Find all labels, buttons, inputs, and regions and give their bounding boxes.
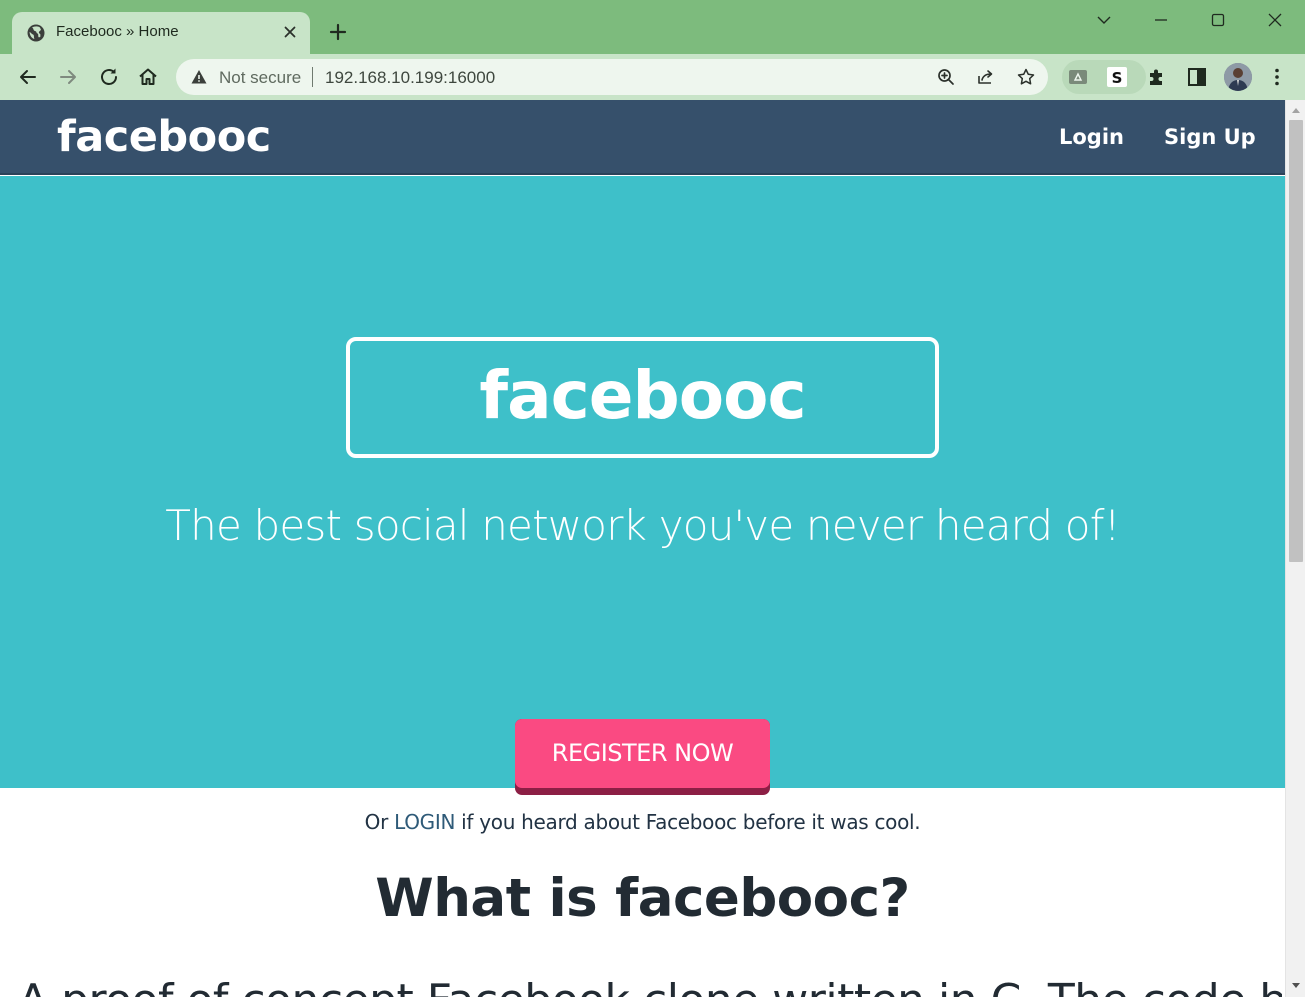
menu-icon[interactable] [1266,66,1288,88]
hero-logo: facebooc [479,357,806,434]
page-viewport: facebooc Login Sign Up facebooc The best… [0,100,1305,997]
login-prompt-prefix: Or [364,810,395,834]
login-link[interactable]: Login [1059,125,1124,149]
url-text[interactable]: 192.168.10.199:16000 [325,68,495,88]
scroll-thumb[interactable] [1289,120,1303,562]
security-label[interactable]: Not secure [219,68,301,88]
browser-tab[interactable]: Facebooc » Home [12,12,310,54]
page-scrollbar[interactable] [1285,100,1305,997]
puzzle-icon[interactable] [1146,66,1168,88]
avatar[interactable] [1224,63,1252,91]
maximize-icon[interactable] [1206,8,1230,32]
site-brand[interactable]: facebooc [57,112,271,162]
hero-tagline: The best social network you've never hea… [165,501,1120,550]
svg-text:S: S [1112,69,1123,87]
address-separator [312,67,313,87]
register-button-label: REGISTER NOW [551,739,734,767]
star-icon[interactable] [1016,67,1036,87]
close-icon[interactable] [280,22,300,42]
scroll-up-icon[interactable] [1291,106,1301,114]
hero-section: facebooc The best social network you've … [0,176,1285,834]
s-extension-icon[interactable]: S [1106,66,1128,88]
globe-icon [27,24,45,42]
browser-titlebar: Facebooc » Home [0,0,1305,54]
login-prompt-suffix: if you heard about Facebooc before it wa… [455,810,921,834]
drive-extension-icon[interactable] [1067,66,1089,88]
scroll-down-icon[interactable] [1291,982,1301,990]
chevron-down-icon[interactable] [1092,8,1116,32]
tab-title: Facebooc » Home [56,23,179,40]
browser-toolbar: Not secure 192.168.10.199:16000 S [0,54,1305,100]
share-icon[interactable] [976,67,996,87]
warning-icon[interactable] [190,68,208,86]
signup-link[interactable]: Sign Up [1164,125,1256,149]
back-icon[interactable] [15,64,41,90]
site-navbar: facebooc Login Sign Up [0,100,1285,175]
hero-logo-box: facebooc [346,337,939,458]
home-icon[interactable] [135,64,161,90]
about-title: What is facebooc? [375,868,910,929]
close-icon[interactable] [1263,8,1287,32]
login-prompt: Or LOGIN if you heard about Facebooc bef… [0,810,1285,834]
address-bar[interactable]: Not secure 192.168.10.199:16000 [176,59,1048,95]
forward-icon[interactable] [55,64,81,90]
register-now-button[interactable]: REGISTER NOW [515,719,770,795]
side-panel-icon[interactable] [1186,66,1208,88]
about-body: A proof of concept Facebook clone writte… [18,975,1282,997]
minimize-icon[interactable] [1149,8,1173,32]
hero-login-link[interactable]: LOGIN [394,810,455,834]
extensions-group: S [1062,60,1146,94]
reload-icon[interactable] [96,64,122,90]
register-button-face[interactable]: REGISTER NOW [515,719,770,788]
plus-icon[interactable] [326,20,350,44]
zoom-icon[interactable] [936,67,956,87]
